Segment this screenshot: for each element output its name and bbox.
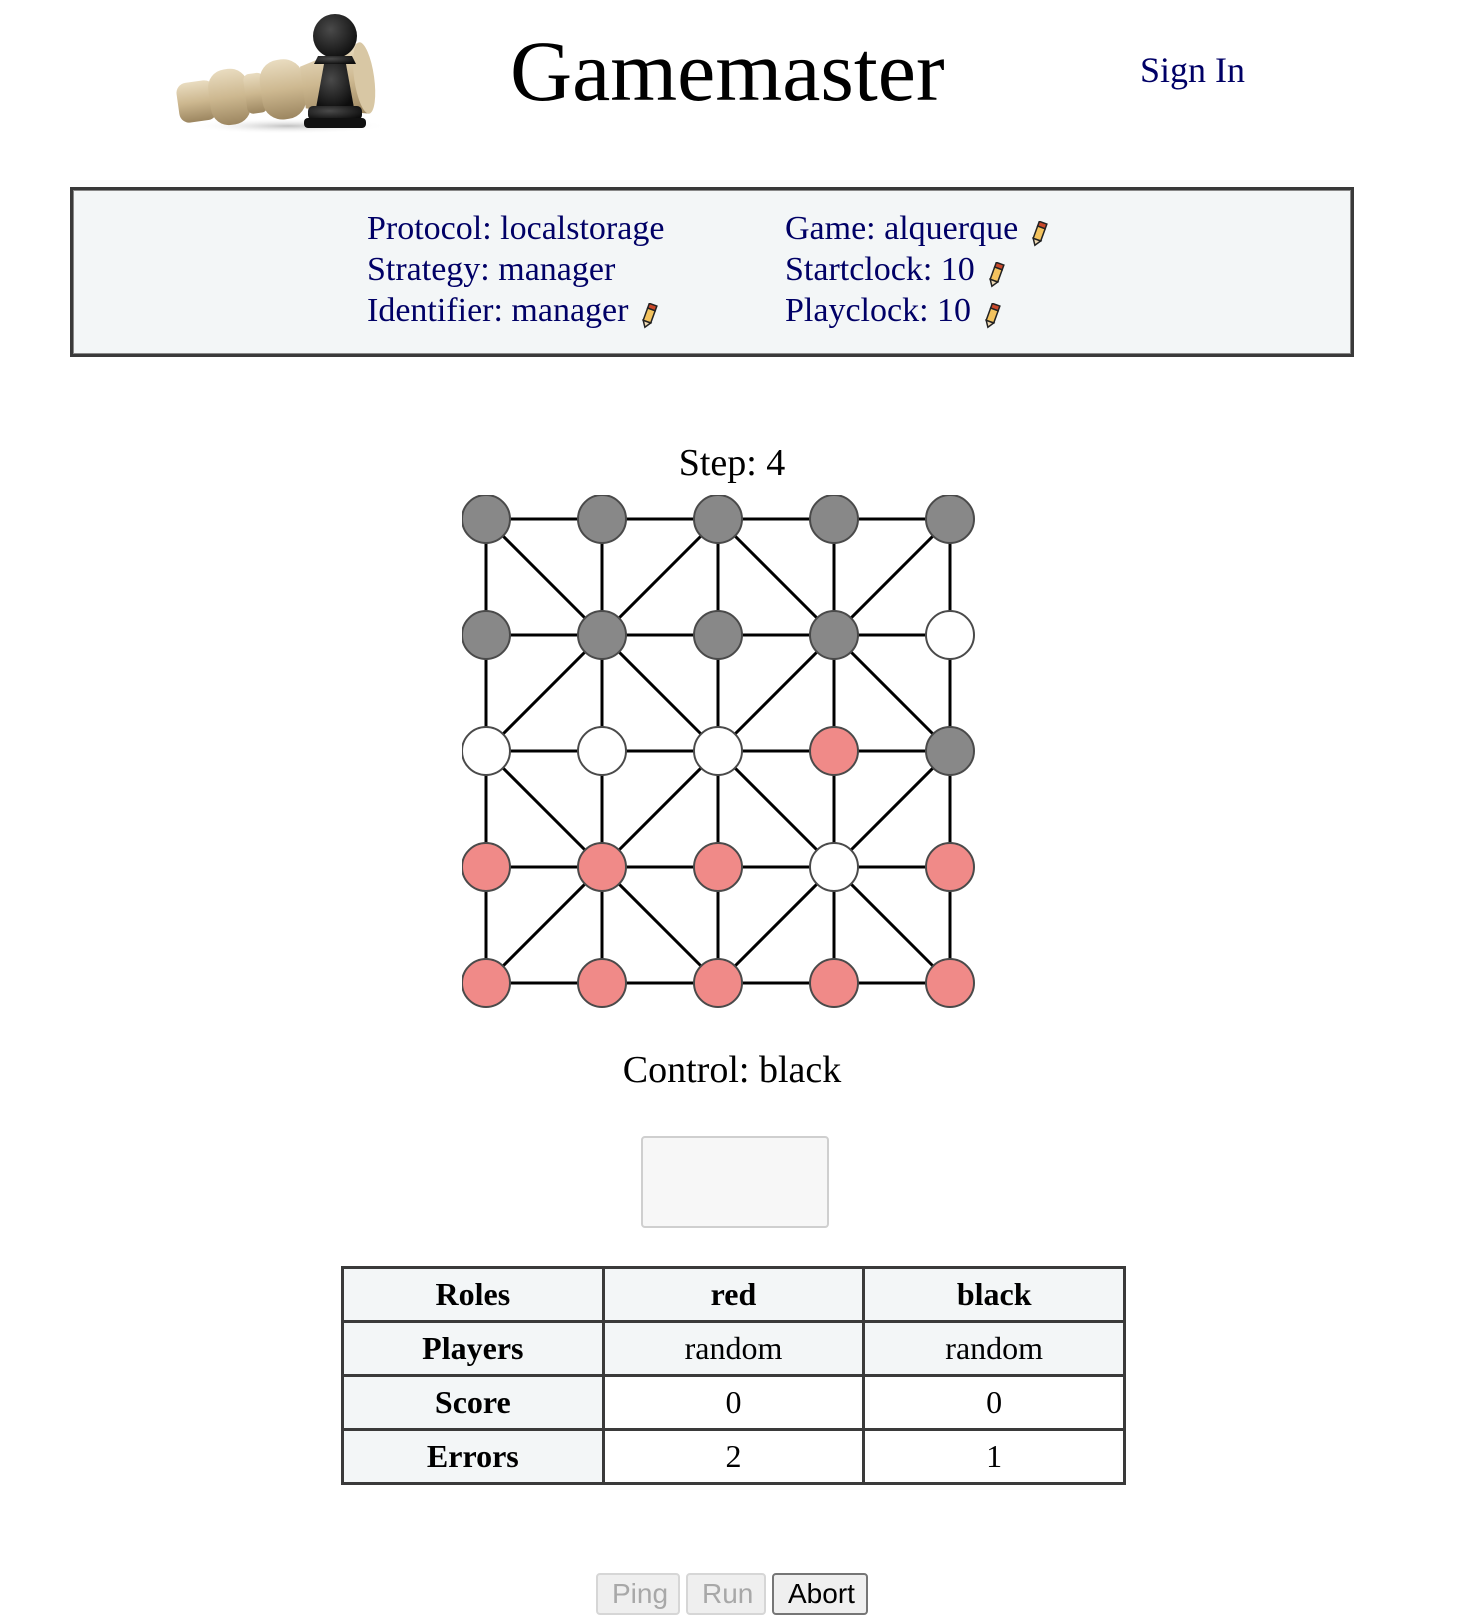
header: Gamemaster Sign In <box>0 0 1464 150</box>
empty-cell[interactable] <box>461 726 511 776</box>
red-piece[interactable] <box>693 958 743 1008</box>
black-piece[interactable] <box>925 494 975 544</box>
players-table: Roles red black Players random random Sc… <box>341 1266 1126 1485</box>
protocol-text: Protocol: localstorage <box>367 210 665 247</box>
black-piece[interactable] <box>577 494 627 544</box>
edit-game-pencil-icon[interactable] <box>1030 216 1048 247</box>
app-title: Gamemaster <box>510 23 945 119</box>
sign-in-link[interactable]: Sign In <box>1140 48 1245 92</box>
red-piece[interactable] <box>693 842 743 892</box>
black-piece[interactable] <box>925 726 975 776</box>
protocol-row: Protocol: localstorage <box>367 208 664 249</box>
startclock-text: Startclock: 10 <box>785 251 975 288</box>
black-piece[interactable] <box>461 610 511 660</box>
red-piece[interactable] <box>461 958 511 1008</box>
score-row: Score 0 0 <box>341 1374 1126 1431</box>
action-buttons: Ping Run Abort <box>0 1573 1464 1615</box>
edit-startclock-pencil-icon[interactable] <box>987 257 1005 288</box>
info-column-right: Game: alquerque Startclock: 10 Playclock… <box>785 208 1048 331</box>
empty-cell[interactable] <box>925 610 975 660</box>
black-piece[interactable] <box>809 610 859 660</box>
roles-row: Roles red black <box>341 1266 1126 1323</box>
board-canvas[interactable] <box>461 494 1002 1035</box>
black-piece[interactable] <box>809 494 859 544</box>
startclock-row: Startclock: 10 <box>785 249 1048 290</box>
red-piece[interactable] <box>925 842 975 892</box>
alquerque-board[interactable] <box>461 494 1002 1035</box>
player-red-cell[interactable]: random <box>601 1320 866 1377</box>
black-piece[interactable] <box>577 610 627 660</box>
score-black-cell: 0 <box>862 1374 1126 1431</box>
role-red-header: red <box>601 1266 866 1323</box>
red-piece[interactable] <box>577 842 627 892</box>
identifier-text: Identifier: manager <box>367 292 629 329</box>
errors-row: Errors 2 1 <box>341 1428 1126 1485</box>
black-piece[interactable] <box>693 610 743 660</box>
game-row: Game: alquerque <box>785 208 1048 249</box>
edit-identifier-pencil-icon[interactable] <box>640 298 659 329</box>
strategy-text: Strategy: manager <box>367 251 616 288</box>
empty-cell[interactable] <box>693 726 743 776</box>
players-row: Players random random <box>341 1320 1126 1377</box>
players-label: Players <box>341 1320 605 1377</box>
black-piece[interactable] <box>693 494 743 544</box>
red-piece[interactable] <box>809 958 859 1008</box>
abort-button[interactable]: Abort <box>772 1573 868 1615</box>
red-piece[interactable] <box>925 958 975 1008</box>
game-text: Game: alquerque <box>785 210 1019 247</box>
red-piece[interactable] <box>809 726 859 776</box>
identifier-row: Identifier: manager <box>367 290 664 331</box>
score-red-cell: 0 <box>601 1374 866 1431</box>
red-piece[interactable] <box>577 958 627 1008</box>
playclock-text: Playclock: 10 <box>785 292 972 329</box>
empty-cell[interactable] <box>577 726 627 776</box>
ping-button[interactable]: Ping <box>596 1573 680 1615</box>
run-button[interactable]: Run <box>686 1573 766 1615</box>
score-label: Score <box>341 1374 605 1431</box>
edit-playclock-pencil-icon[interactable] <box>983 298 1001 329</box>
role-black-header: black <box>862 1266 1126 1323</box>
move-input-box[interactable] <box>641 1136 829 1228</box>
step-counter: Step: 4 <box>678 442 786 484</box>
empty-cell[interactable] <box>809 842 859 892</box>
black-piece[interactable] <box>461 494 511 544</box>
roles-header: Roles <box>341 1266 605 1323</box>
player-black-cell[interactable]: random <box>862 1320 1126 1377</box>
control-indicator: Control: black <box>622 1049 842 1091</box>
playclock-row: Playclock: 10 <box>785 290 1048 331</box>
red-piece[interactable] <box>461 842 511 892</box>
info-column-left: Protocol: localstorage Strategy: manager… <box>367 208 664 331</box>
match-info-panel: Protocol: localstorage Strategy: manager… <box>70 187 1354 357</box>
strategy-row: Strategy: manager <box>367 249 664 290</box>
errors-red-cell: 2 <box>601 1428 866 1485</box>
errors-black-cell: 1 <box>862 1428 1126 1485</box>
chess-pieces-logo-icon <box>168 8 398 136</box>
errors-label: Errors <box>341 1428 605 1485</box>
